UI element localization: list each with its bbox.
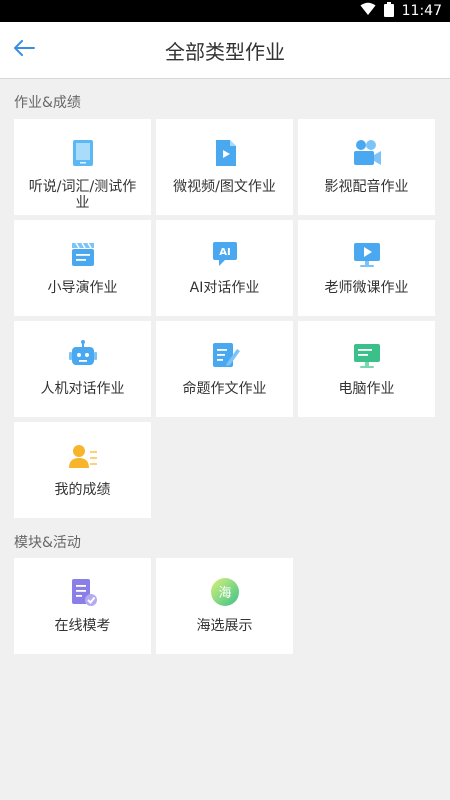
svg-text:AI: AI (219, 247, 230, 258)
tablet-icon (67, 137, 99, 169)
homework-grid: 听说/词汇/测试作业 微视频/图文作业 影视配音作业 小导演作业 AI AI对话… (14, 119, 435, 518)
tile-audition-showcase[interactable]: 海 海选展示 (156, 558, 293, 654)
tile-director-homework[interactable]: 小导演作业 (14, 220, 151, 316)
tile-label: 老师微课作业 (324, 280, 409, 296)
play-monitor-icon (351, 238, 383, 270)
clapperboard-icon (67, 238, 99, 270)
section-label-homework: 作业&成绩 (14, 95, 81, 111)
tile-label: 影视配音作业 (324, 179, 409, 195)
wifi-icon (360, 2, 376, 20)
tile-label: 微视频/图文作业 (173, 179, 276, 195)
user-list-icon (67, 440, 99, 472)
modules-grid: 在线模考 海 海选展示 (14, 558, 435, 654)
computer-icon (351, 339, 383, 371)
tile-label: 小导演作业 (47, 280, 118, 296)
page-title: 全部类型作业 (165, 39, 285, 64)
tile-dubbing-homework[interactable]: 影视配音作业 (298, 119, 435, 215)
tile-label: 我的成绩 (54, 482, 111, 498)
tile-teacher-microlesson-homework[interactable]: 老师微课作业 (298, 220, 435, 316)
tile-essay-homework[interactable]: 命题作文作业 (156, 321, 293, 417)
tile-micro-video-homework[interactable]: 微视频/图文作业 (156, 119, 293, 215)
tile-label: 电脑作业 (338, 381, 395, 397)
status-time: 11:47 (401, 3, 442, 19)
badge-text: 海 (218, 586, 231, 601)
tile-listening-homework[interactable]: 听说/词汇/测试作业 (14, 119, 151, 215)
tile-ai-chat-homework[interactable]: AI AI对话作业 (156, 220, 293, 316)
section-label-modules: 模块&活动 (14, 535, 81, 551)
tile-label: 人机对话作业 (40, 381, 125, 397)
tile-label: 听说/词汇/测试作业 (28, 179, 137, 211)
tile-label: 海选展示 (196, 618, 253, 634)
status-icons: 11:47 (360, 0, 442, 22)
tile-computer-homework[interactable]: 电脑作业 (298, 321, 435, 417)
app-bar: 全部类型作业 (0, 22, 450, 79)
video-file-icon (209, 137, 241, 169)
exam-paper-icon (67, 576, 99, 608)
robot-icon (67, 339, 99, 371)
tile-label: AI对话作业 (189, 280, 260, 296)
video-camera-icon (351, 137, 383, 169)
status-bar: 11:47 (0, 0, 450, 22)
tile-my-scores[interactable]: 我的成绩 (14, 422, 151, 518)
ai-chat-icon: AI (209, 238, 241, 270)
tile-label: 命题作文作业 (182, 381, 267, 397)
battery-icon (383, 1, 394, 21)
audition-badge-icon: 海 (209, 576, 241, 608)
tile-online-mock-exam[interactable]: 在线模考 (14, 558, 151, 654)
edit-note-icon (209, 339, 241, 371)
tile-human-machine-dialogue-homework[interactable]: 人机对话作业 (14, 321, 151, 417)
tile-label: 在线模考 (54, 618, 111, 634)
